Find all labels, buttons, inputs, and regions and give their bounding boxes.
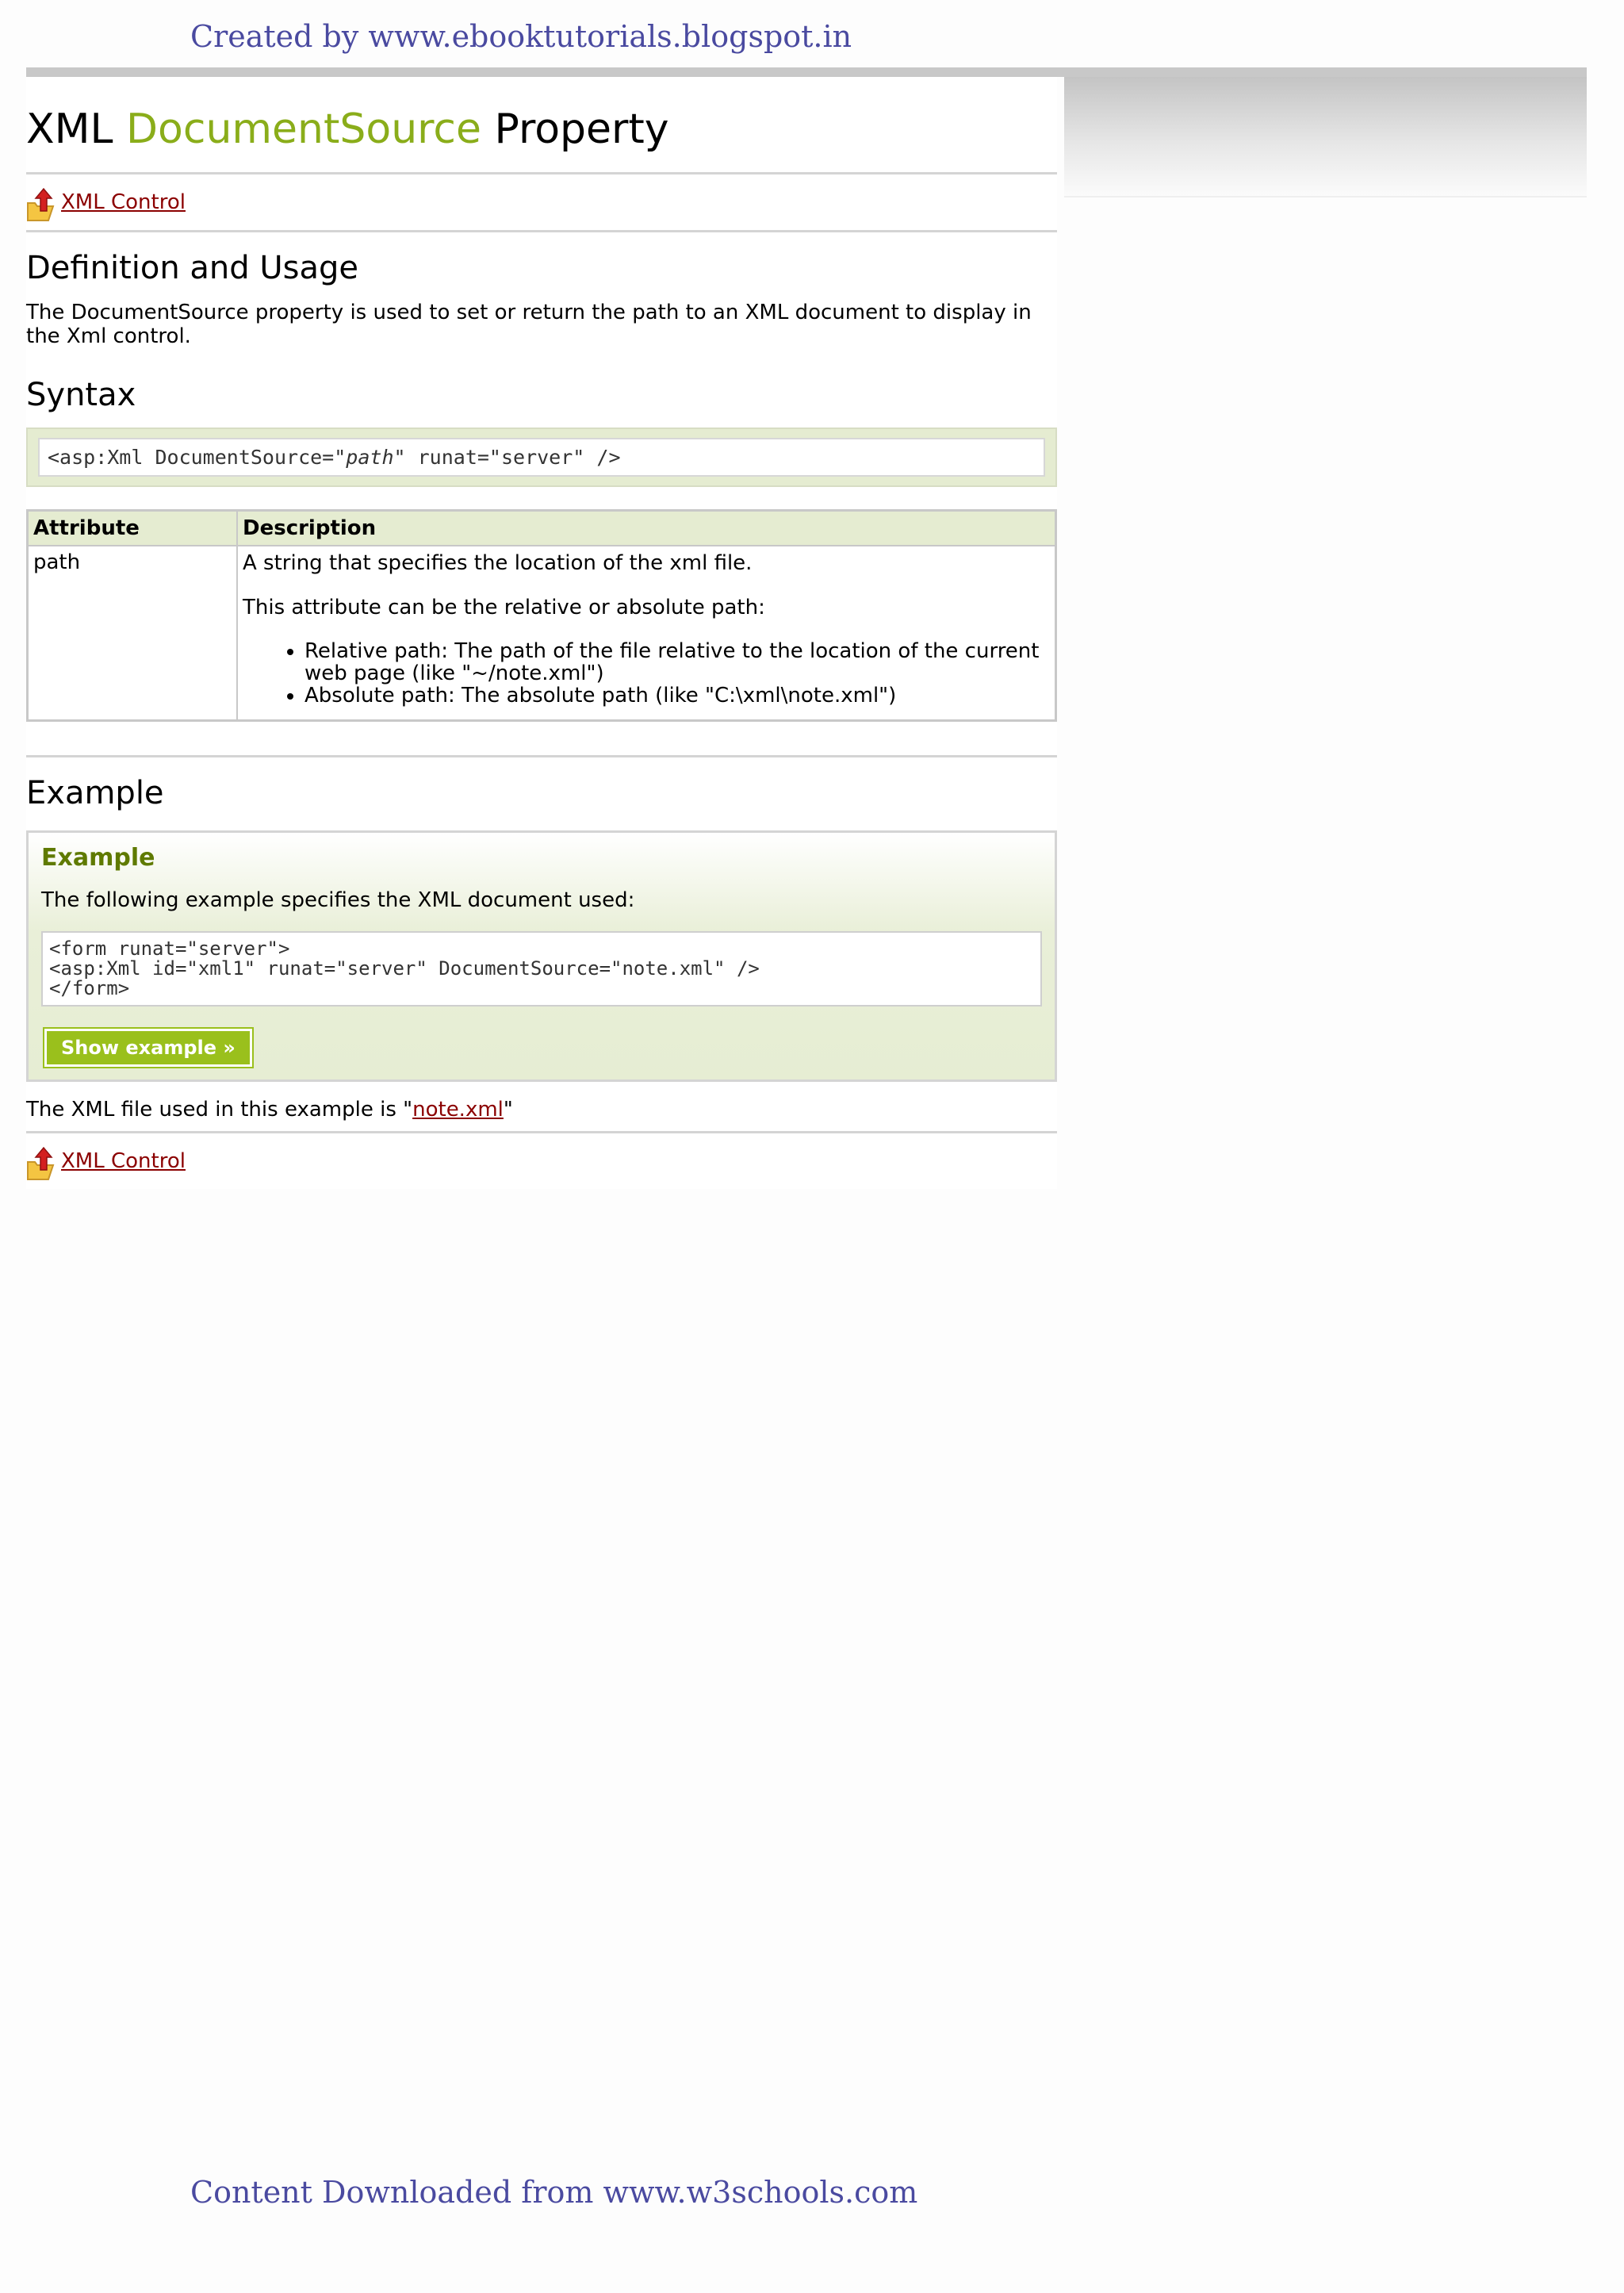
table-header-row: Attribute Description xyxy=(26,509,1057,546)
note-prefix: The XML file used in this example is " xyxy=(26,1098,413,1122)
folder-up-arrow-icon xyxy=(26,187,56,222)
page-title-part2: Property xyxy=(481,105,669,153)
table-row: path A string that specifies the locatio… xyxy=(26,545,1057,722)
example-description: The following example specifies the XML … xyxy=(41,888,635,912)
top-bar xyxy=(26,67,1587,77)
table-header-attribute: Attribute xyxy=(26,509,238,546)
list-item: Relative path: The path of the file rela… xyxy=(304,640,1050,684)
example-file-note: The XML file used in this example is "no… xyxy=(26,1098,1057,1131)
nav-row-bottom: XML Control xyxy=(26,1133,1057,1189)
note-xml-link[interactable]: note.xml xyxy=(412,1098,504,1122)
section-heading-definition: Definition and Usage xyxy=(26,250,359,286)
page-title-part1: XML xyxy=(26,105,126,153)
list-item: Absolute path: The absolute path (like "… xyxy=(304,684,1050,707)
description-line: This attribute can be the relative or ab… xyxy=(243,596,765,619)
definition-text: The DocumentSource property is used to s… xyxy=(26,301,1032,348)
syntax-box: <asp:Xml DocumentSource="path" runat="se… xyxy=(26,428,1057,487)
table-cell-attribute: path xyxy=(26,545,238,722)
nav-row-top: XML Control xyxy=(26,174,1057,230)
nav-link-xml-control[interactable]: XML Control xyxy=(61,1149,186,1173)
table-header-description: Description xyxy=(236,509,1057,546)
example-code: <form runat="server"> <asp:Xml id="xml1"… xyxy=(41,931,1042,1007)
nav-link-xml-control[interactable]: XML Control xyxy=(61,190,186,214)
syntax-code-param: path xyxy=(346,446,394,469)
top-credit: Created by www.ebooktutorials.blogspot.i… xyxy=(190,19,852,54)
section-heading-syntax: Syntax xyxy=(26,377,136,413)
note-suffix: " xyxy=(503,1098,513,1122)
show-example-button[interactable]: Show example » xyxy=(43,1027,254,1068)
page-title-accent: DocumentSource xyxy=(126,105,481,153)
section-heading-example: Example xyxy=(26,775,164,811)
page-title: XML DocumentSource Property xyxy=(26,77,1057,172)
folder-up-arrow-icon xyxy=(26,1146,56,1181)
description-line: A string that specifies the location of … xyxy=(243,551,753,575)
table-cell-description: A string that specifies the location of … xyxy=(236,545,1057,722)
syntax-code-after: " runat="server" /> xyxy=(393,446,621,469)
bottom-credit: Content Downloaded from www.w3schools.co… xyxy=(190,2175,918,2210)
right-panel xyxy=(1064,77,1587,197)
attributes-table: Attribute Description path A string that… xyxy=(26,509,1057,722)
example-box: Example The following example specifies … xyxy=(26,830,1057,1082)
main-content: XML DocumentSource Property XML Control … xyxy=(26,77,1057,1189)
example-box-title: Example xyxy=(41,844,155,872)
path-bullet-list: Relative path: The path of the file rela… xyxy=(243,640,1050,707)
syntax-code: <asp:Xml DocumentSource="path" runat="se… xyxy=(38,438,1045,477)
syntax-code-before: <asp:Xml DocumentSource=" xyxy=(48,446,347,469)
